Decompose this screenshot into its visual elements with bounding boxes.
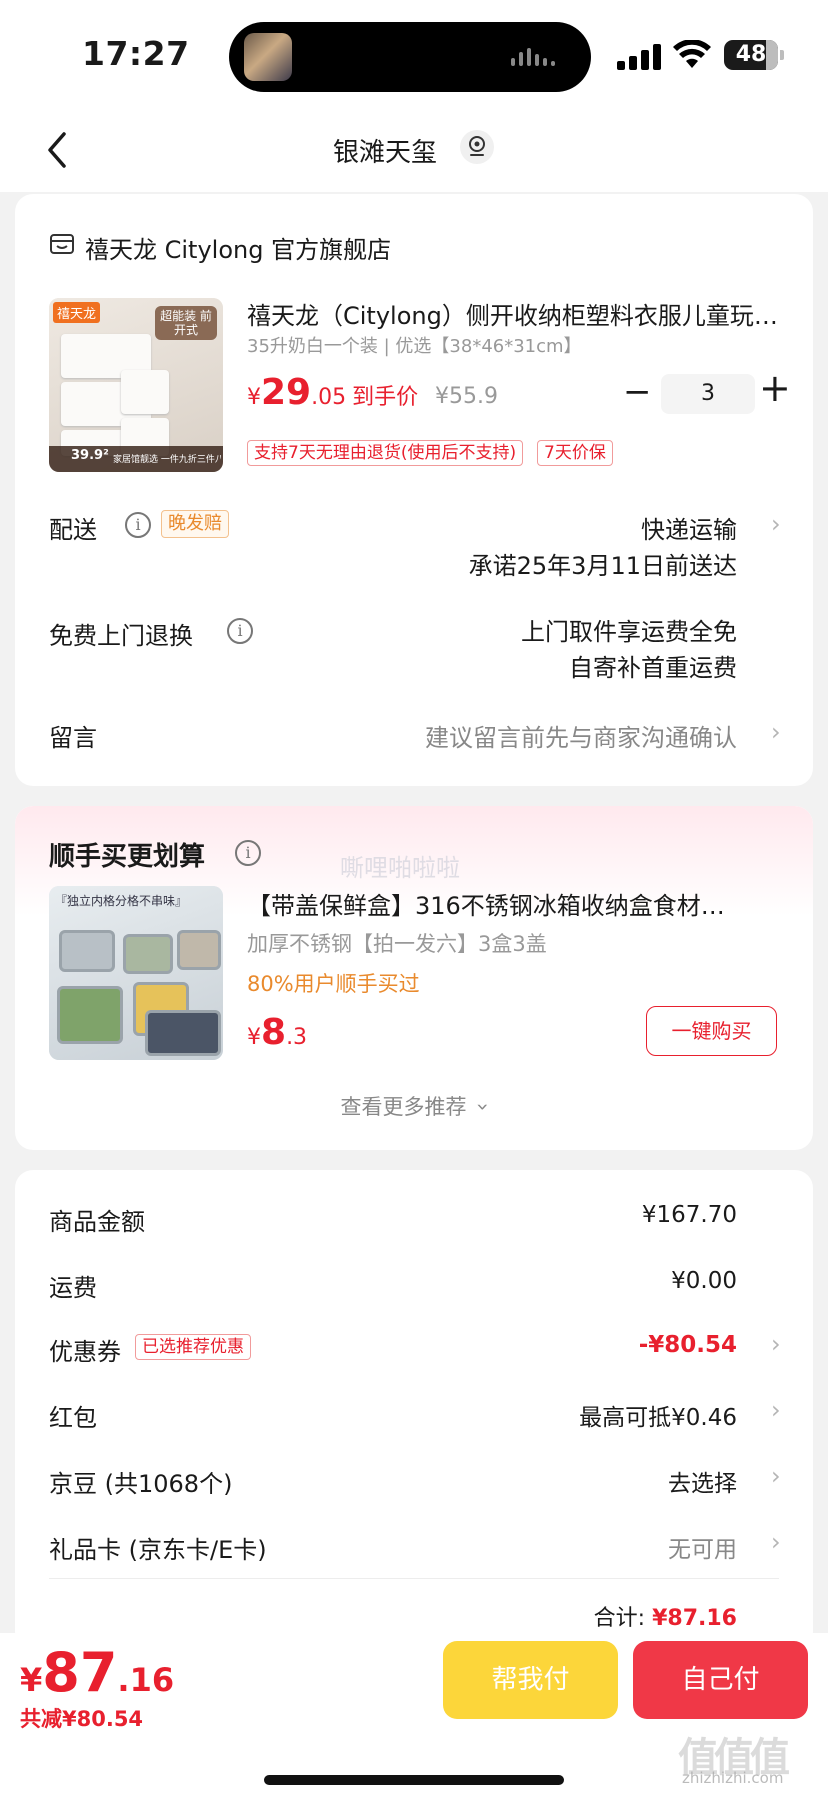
dynamic-island[interactable]: [229, 22, 591, 92]
quantity-minus-button[interactable]: −: [623, 372, 652, 412]
total-value: ¥87.16: [652, 1606, 737, 1631]
see-more-label: 查看更多推荐: [340, 1095, 467, 1119]
message-label: 留言: [49, 724, 97, 752]
price-int: 29: [261, 372, 312, 413]
store-name[interactable]: 禧天龙 Citylong 官方旗舰店: [85, 230, 391, 265]
product-spec[interactable]: 35升奶白一个装 | 优选【38*46*31cm】: [247, 332, 582, 358]
product-title[interactable]: 禧天龙（Citylong）侧开收纳柜塑料衣服儿童玩…: [247, 296, 787, 331]
freight-value: ¥0.00: [671, 1268, 737, 1294]
address-title[interactable]: 银滩天玺: [333, 132, 437, 169]
chevron-right-icon[interactable]: ›: [771, 1528, 781, 1556]
status-time: 17:27: [82, 34, 190, 73]
status-bar: 17:27 48: [0, 0, 828, 110]
gift-card-label: 礼品卡 (京东卡/E卡): [49, 1536, 267, 1564]
quantity-input[interactable]: 3: [661, 374, 755, 414]
recommend-card: 嘶哩啪啦啦 顺手买更划算 i 『独立内格分格不串味』 【带盖保鲜盒】316不锈钢…: [15, 806, 813, 1150]
chevron-right-icon[interactable]: ›: [771, 718, 781, 746]
message-input[interactable]: 建议留言前先与商家沟通确认: [425, 718, 737, 753]
nav-bar: 银滩天玺: [0, 110, 828, 192]
location-icon[interactable]: [460, 130, 494, 164]
total-label: 合计:: [593, 1606, 646, 1631]
price-yen: ¥: [247, 385, 261, 410]
quantity-plus-button[interactable]: +: [759, 366, 791, 410]
recommend-product-image[interactable]: 『独立内格分格不串味』: [49, 886, 223, 1060]
see-more-recommend-link[interactable]: 查看更多推荐 ›: [15, 1091, 813, 1121]
delivery-label: 配送: [49, 516, 97, 544]
product-image-price: 39.9²: [71, 448, 109, 463]
late-compensation-badge: 晚发赔: [161, 510, 229, 538]
product-image-feature: 超能装 前开式: [155, 306, 217, 340]
recommend-price-int: 8: [261, 1012, 287, 1053]
coupon-value[interactable]: -¥80.54: [639, 1332, 737, 1358]
recommend-product-spec: 加厚不锈钢【拍一发六】3盒3盖: [247, 932, 547, 956]
red-packet-label: 红包: [49, 1404, 97, 1432]
pay-amount: ¥87.16: [20, 1641, 174, 1704]
gift-card-value[interactable]: 无可用: [668, 1530, 737, 1564]
delivery-method[interactable]: 快递运输: [641, 510, 737, 545]
help-pay-button[interactable]: 帮我付: [443, 1641, 618, 1719]
chevron-right-icon[interactable]: ›: [771, 1396, 781, 1424]
pay-yen: ¥: [20, 1661, 43, 1699]
recommend-price: ¥8.3: [247, 1012, 307, 1053]
red-packet-value[interactable]: 最高可抵¥0.46: [579, 1398, 737, 1432]
product-image-slogan: 家居馆靓选 一件九折三件八折: [113, 455, 221, 465]
now-playing-artwork: [244, 33, 292, 81]
price-dec: .05: [311, 385, 347, 410]
recommend-product-name[interactable]: 【带盖保鲜盒】316不锈钢冰箱收纳盒食材…: [247, 886, 787, 921]
product-price: ¥29.05 到手价: [247, 372, 418, 413]
coupon-label: 优惠券: [49, 1338, 121, 1366]
goods-amount-value: ¥167.70: [641, 1202, 737, 1228]
order-card: 禧天龙 Citylong 官方旗舰店 禧天龙 超能装 前开式 39.9² 家居馆…: [15, 194, 813, 786]
recommend-price-yen: ¥: [247, 1025, 261, 1050]
battery-icon: 48: [724, 40, 784, 70]
chevron-right-icon[interactable]: ›: [771, 1330, 781, 1358]
checkout-bar: ¥87.16 共减¥80.54 帮我付 自己付 值值值 zhizhizhi.co…: [0, 1633, 828, 1795]
self-pay-button[interactable]: 自己付: [633, 1641, 808, 1719]
info-icon[interactable]: i: [235, 840, 261, 866]
battery-level: 48: [735, 42, 767, 67]
free-return-label: 免费上门退换: [49, 622, 193, 650]
info-icon[interactable]: i: [227, 618, 253, 644]
chevron-right-icon[interactable]: ›: [771, 1462, 781, 1490]
watermark-text: 嘶哩啪啦啦: [340, 854, 460, 882]
freight-label: 运费: [49, 1274, 97, 1302]
goods-amount-label: 商品金额: [49, 1208, 145, 1236]
free-return-line1: 上门取件享运费全免: [521, 618, 737, 646]
free-return-line2: 自寄补首重运费: [569, 654, 737, 682]
one-click-buy-button[interactable]: 一键购买: [646, 1006, 777, 1056]
product-image-brand: 禧天龙: [53, 302, 101, 323]
home-indicator[interactable]: [264, 1775, 564, 1785]
store-icon: [50, 234, 74, 254]
recommend-price-dec: .3: [286, 1025, 308, 1050]
price-protect-tag: 7天价保: [537, 440, 613, 466]
back-icon[interactable]: [44, 130, 74, 170]
original-price: ¥55.9: [435, 384, 498, 409]
total-discount: 共减¥80.54: [20, 1707, 144, 1731]
info-icon[interactable]: i: [125, 512, 151, 538]
signal-icon: [617, 44, 661, 70]
chevron-right-icon[interactable]: ›: [771, 510, 781, 538]
wifi-icon: [673, 40, 711, 68]
product-image[interactable]: 禧天龙 超能装 前开式 39.9² 家居馆靓选 一件九折三件八折: [49, 298, 223, 472]
recommend-image-text: 『独立内格分格不串味』: [55, 894, 188, 908]
audio-wave-icon: [511, 48, 555, 66]
jingdou-label: 京豆 (共1068个): [49, 1470, 233, 1498]
recommend-title: 顺手买更划算: [49, 842, 206, 872]
delivery-promise: 承诺25年3月11日前送达: [468, 552, 737, 580]
order-total: 合计: ¥87.16: [594, 1600, 737, 1632]
jingdou-value[interactable]: 去选择: [668, 1464, 737, 1498]
recommend-buy-tip: 80%用户顺手买过: [247, 972, 420, 996]
divider: [49, 1578, 779, 1579]
pay-int: 87: [42, 1641, 118, 1704]
price-suffix: 到手价: [352, 385, 419, 410]
coupon-selected-badge: 已选推荐优惠: [135, 1334, 251, 1360]
summary-card: 商品金额 ¥167.70 运费 ¥0.00 优惠券 已选推荐优惠 -¥80.54…: [15, 1170, 813, 1650]
chevron-down-icon: ›: [471, 1102, 496, 1112]
site-watermark-url: zhizhizhi.com: [682, 1769, 784, 1787]
pay-dec: .16: [117, 1661, 175, 1699]
return-policy-tag: 支持7天无理由退货(使用后不支持): [247, 440, 524, 466]
